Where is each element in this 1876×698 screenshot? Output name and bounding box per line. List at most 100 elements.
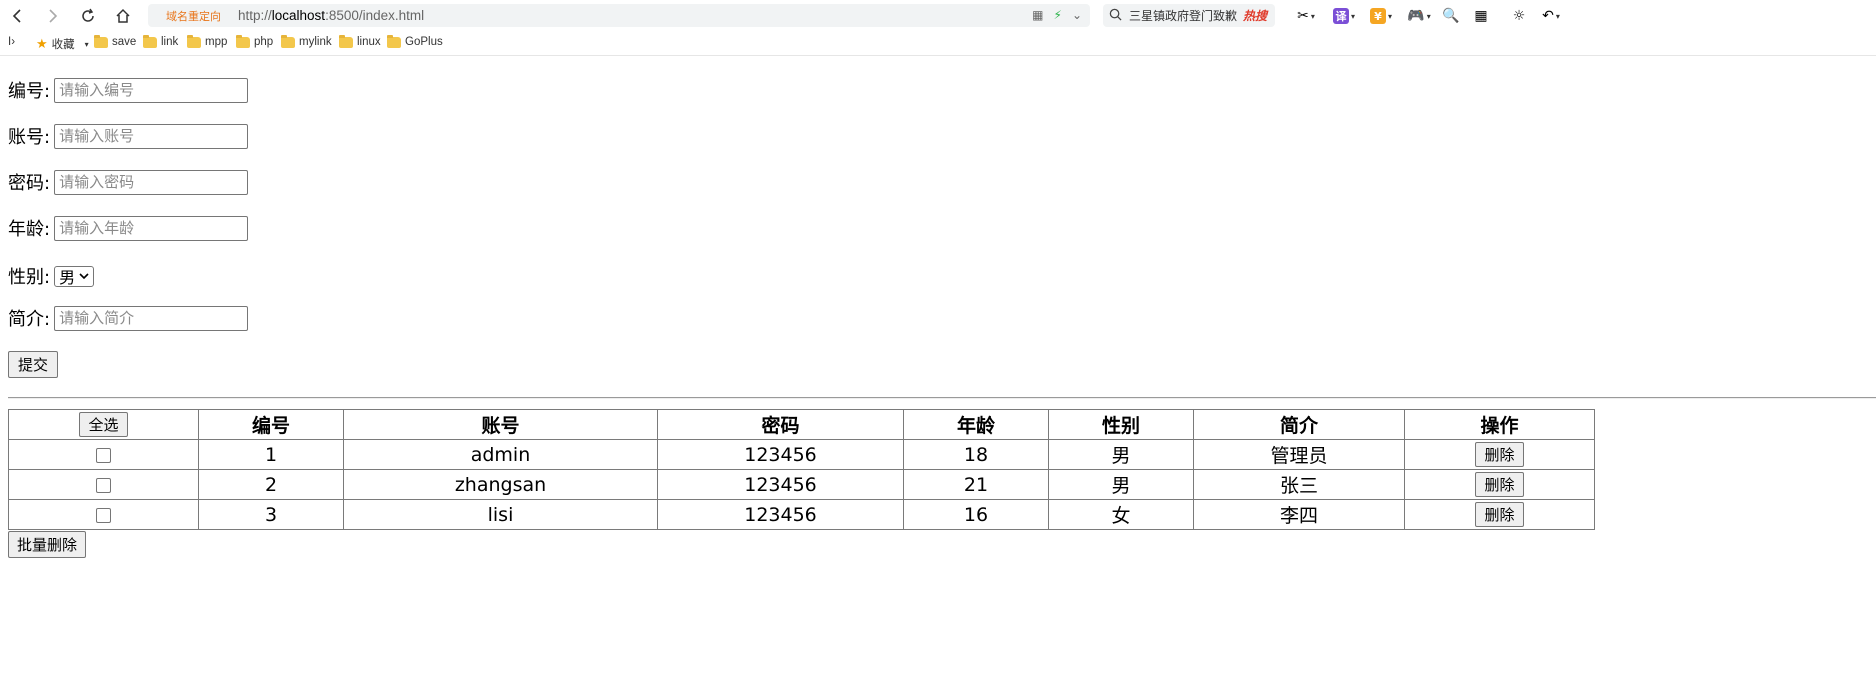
search-suggestion: 三星镇政府登门致歉 — [1129, 9, 1238, 23]
age-input[interactable] — [54, 215, 249, 241]
password-label: 密码: — [8, 173, 51, 194]
cell-intro: 张三 — [1193, 469, 1405, 500]
lightning-icon[interactable]: ⚡ — [1054, 8, 1062, 22]
cell-id: 2 — [198, 469, 344, 500]
header-intro: 简介 — [1193, 409, 1405, 440]
cell-age: 21 — [903, 469, 1049, 500]
row-checkbox-cell — [8, 499, 199, 530]
undo-button[interactable]: ↶ ▾ — [1538, 6, 1564, 26]
cell-age: 18 — [903, 439, 1049, 470]
cell-action: 删除 — [1404, 499, 1595, 530]
chevron-down-icon[interactable]: ⌄ — [1072, 8, 1082, 22]
back-button[interactable] — [8, 6, 28, 26]
select-all-button[interactable]: 全选 — [79, 412, 128, 437]
delete-button[interactable]: 删除 — [1475, 502, 1524, 527]
select-all-header: 全选 — [8, 409, 199, 440]
undo-icon: ↶ — [1542, 8, 1554, 24]
translate-icon: 译 — [1332, 8, 1349, 24]
cell-gender: 女 — [1048, 499, 1194, 530]
bookmark-mylink[interactable]: mylink — [281, 34, 332, 48]
cell-account: lisi — [343, 499, 658, 530]
home-icon — [116, 8, 130, 23]
gamepad-icon: 🎮 — [1407, 8, 1425, 24]
hot-search-badge: 热搜 — [1243, 9, 1268, 23]
cell-account: admin — [343, 439, 658, 470]
page-content: 编号: 账号: 密码: 年龄: 性别: 男 简介: 提交 全选 — [0, 56, 1876, 698]
sun-icon: ☼ — [1512, 8, 1526, 24]
folder-icon — [236, 34, 250, 48]
folder-icon — [94, 34, 108, 48]
header-password: 密码 — [657, 409, 904, 440]
reload-button[interactable] — [78, 6, 98, 26]
bookmark-goplus[interactable]: GoPlus — [387, 34, 443, 48]
bookmark-favorites[interactable]: ★ 收藏 ▾ — [36, 36, 89, 52]
submit-button[interactable]: 提交 — [8, 351, 59, 378]
header-account: 账号 — [343, 409, 658, 440]
forward-button[interactable] — [42, 6, 62, 26]
scissors-button[interactable]: ✂ ▾ — [1293, 6, 1319, 26]
table-header-row: 全选 编号 账号 密码 年龄 性别 简介 操作 — [8, 409, 1595, 440]
browser-toolbar: 域名重定向 http://localhost:8500/index.html ▦… — [0, 0, 1876, 31]
table-row: 2 zhangsan 123456 21 男 张三 删除 — [8, 469, 1595, 500]
cell-account: zhangsan — [343, 469, 658, 500]
folder-icon — [387, 34, 401, 48]
row-checkbox[interactable] — [96, 477, 111, 493]
batch-delete-button[interactable]: 批量删除 — [8, 531, 87, 558]
qr-code-icon[interactable]: ▦ — [1032, 8, 1043, 22]
id-input[interactable] — [54, 77, 249, 103]
search-box[interactable]: 三星镇政府登门致歉 热搜 — [1103, 4, 1275, 27]
intro-label: 简介: — [8, 309, 51, 330]
password-input[interactable] — [54, 169, 249, 195]
bookmark-link[interactable]: link — [143, 34, 178, 48]
apps-button[interactable]: ▦ — [1468, 6, 1494, 26]
row-checkbox[interactable] — [96, 507, 111, 523]
gender-row: 性别: 男 — [8, 263, 95, 289]
folder-icon — [143, 34, 157, 48]
age-row: 年龄: — [8, 215, 249, 241]
delete-button[interactable]: 删除 — [1475, 472, 1524, 497]
user-table: 全选 编号 账号 密码 年龄 性别 简介 操作 1 admin 123456 1… — [8, 409, 1595, 530]
bookmark-save[interactable]: save — [94, 34, 136, 48]
translate-button[interactable]: 译 ▾ — [1331, 6, 1357, 26]
account-input[interactable] — [54, 123, 249, 149]
row-checkbox[interactable] — [96, 447, 111, 463]
intro-input[interactable] — [54, 305, 249, 331]
chevron-down-icon — [79, 270, 89, 283]
grid-icon: ▦ — [1474, 8, 1488, 24]
cell-age: 16 — [903, 499, 1049, 530]
game-button[interactable]: 🎮 ▾ — [1406, 6, 1432, 26]
forward-arrow-icon — [49, 9, 58, 23]
gender-select[interactable]: 男 — [54, 265, 95, 287]
bookmark-php[interactable]: php — [236, 34, 273, 48]
id-row: 编号: — [8, 77, 249, 103]
delete-button[interactable]: 删除 — [1475, 442, 1524, 467]
find-button[interactable]: 🔍 — [1438, 6, 1464, 26]
cell-intro: 管理员 — [1193, 439, 1405, 470]
address-bar[interactable]: 域名重定向 http://localhost:8500/index.html ▦… — [148, 4, 1090, 27]
bookmarks-bar: I› ★ 收藏 ▾ save link mpp php mylink linux… — [0, 31, 1876, 56]
back-arrow-icon — [12, 9, 21, 23]
id-label: 编号: — [8, 81, 51, 102]
sidebar-toggle[interactable]: I› — [8, 36, 15, 48]
home-button[interactable] — [113, 6, 133, 26]
header-id: 编号 — [198, 409, 344, 440]
cell-gender: 男 — [1048, 469, 1194, 500]
submit-row: 提交 — [8, 351, 59, 378]
bookmark-mpp[interactable]: mpp — [187, 34, 227, 48]
account-label: 账号: — [8, 127, 51, 148]
bookmark-linux[interactable]: linux — [339, 34, 381, 48]
cell-action: 删除 — [1404, 469, 1595, 500]
header-action: 操作 — [1404, 409, 1595, 440]
table-row: 3 lisi 123456 16 女 李四 删除 — [8, 499, 1595, 530]
cell-gender: 男 — [1048, 439, 1194, 470]
reload-icon — [82, 8, 94, 22]
intro-row: 简介: — [8, 305, 249, 331]
header-gender: 性别 — [1048, 409, 1194, 440]
cell-password: 123456 — [657, 499, 904, 530]
age-label: 年龄: — [8, 219, 51, 240]
folder-icon — [281, 34, 295, 48]
wallet-button[interactable]: ¥ ▾ — [1368, 6, 1394, 26]
theme-button[interactable]: ☼ — [1506, 6, 1532, 26]
cell-id: 3 — [198, 499, 344, 530]
scissors-icon: ✂ — [1297, 8, 1309, 24]
